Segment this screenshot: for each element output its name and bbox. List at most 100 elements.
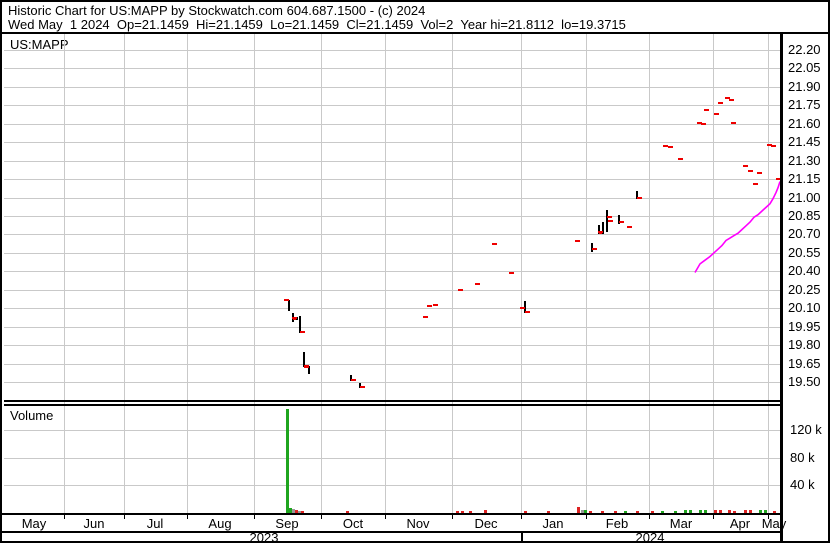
month-label: Jan [542,516,564,531]
month-label: Jun [83,516,105,531]
price-tick-label: 22.20 [788,42,821,57]
month-boundary-tick [452,515,453,519]
close-dash [704,109,709,112]
price-gridline [4,363,780,365]
price-gridline [4,86,780,88]
price-tick-label: 20.70 [788,226,821,242]
open-dash [304,366,309,369]
title-divider [2,32,828,34]
close-dash [300,330,305,333]
close-dash [427,304,432,307]
close-dash [718,101,723,104]
open-dash [292,317,297,319]
month-boundary-tick [187,515,188,519]
ohlc-bar [288,299,290,311]
open-dash [520,307,525,310]
price-tick-label: 20.40 [788,263,821,279]
close-dash [592,248,597,251]
x-axis-line [2,513,783,515]
price-gridline [4,123,780,125]
close-dash [525,310,530,313]
month-gridline [713,32,714,513]
month-boundary-tick [124,515,125,519]
close-dash [771,144,776,147]
close-dash [729,99,734,102]
month-label: Feb [605,516,629,531]
close-dash [714,112,719,115]
price-gridline [4,326,780,328]
price-gridline [4,252,780,254]
price-tick-label: 21.45 [788,134,821,150]
month-gridline [768,32,769,513]
close-dash [458,288,463,291]
chart-ohlc-readout: Wed May 1 2024 Op=21.1459 Hi=21.1459 Lo=… [8,17,626,32]
month-boundary-tick [321,515,322,519]
month-year-divider [2,531,783,533]
close-dash [753,183,758,185]
close-dash [351,378,356,381]
close-dash [637,196,642,199]
month-gridline [452,32,453,513]
price-gridline [4,381,780,383]
price-gridline [4,289,780,291]
close-dash [360,385,365,388]
month-gridline [321,32,322,513]
month-label: May [761,516,787,531]
close-dash [619,221,624,224]
close-dash [731,121,736,124]
price-tick-label: 22.05 [788,60,821,76]
price-tick-label: 20.10 [788,300,821,316]
close-dash [475,282,480,285]
month-gridline [521,32,522,513]
moving-average-line [694,181,781,273]
close-dash [607,216,612,219]
panel-divider-line [4,404,780,406]
month-label: Aug [208,516,232,531]
year-separator [521,531,523,541]
price-tick-label: 20.25 [788,281,821,297]
price-gridline [4,216,780,217]
close-dash [701,122,706,125]
price-tick-label: 20.55 [788,244,821,260]
month-boundary-tick [649,515,650,519]
month-gridline [187,32,188,513]
open-dash [284,298,289,301]
year-label: 2023 [249,530,279,543]
month-boundary-tick [521,515,522,519]
close-dash [678,158,683,161]
price-axis-separator [780,32,783,541]
month-label: May [21,516,47,531]
close-dash [627,226,632,228]
month-label: Apr [729,516,751,531]
month-gridline [64,32,65,513]
price-tick-label: 19.95 [788,318,821,334]
close-dash [575,239,580,242]
price-gridline [4,68,780,70]
price-gridline [4,179,780,181]
volume-gridline [4,457,780,459]
panel-divider-line [4,400,780,402]
price-tick-label: 21.00 [788,189,821,205]
volume-gridline [4,430,780,431]
month-gridline [254,32,255,513]
price-gridline [4,308,780,310]
price-gridline [4,234,780,236]
month-boundary-tick [254,515,255,519]
price-tick-label: 19.80 [788,337,821,352]
price-gridline [4,105,780,107]
chart-title: Historic Chart for US:MAPP by Stockwatch… [8,3,426,18]
volume-tick-label: 120 k [790,422,822,437]
close-dash [668,146,673,149]
price-gridline [4,271,780,273]
month-label: Jul [146,516,164,531]
volume-tick-label: 80 k [790,449,815,465]
close-dash [608,219,613,222]
month-gridline [586,32,587,513]
close-dash [509,271,514,274]
price-tick-label: 21.60 [788,115,821,131]
price-tick-label: 21.90 [788,78,821,94]
stock-chart: Historic Chart for US:MAPP by Stockwatch… [0,0,830,543]
close-dash [748,169,753,172]
month-label: Oct [342,516,364,531]
month-boundary-tick [385,515,386,519]
